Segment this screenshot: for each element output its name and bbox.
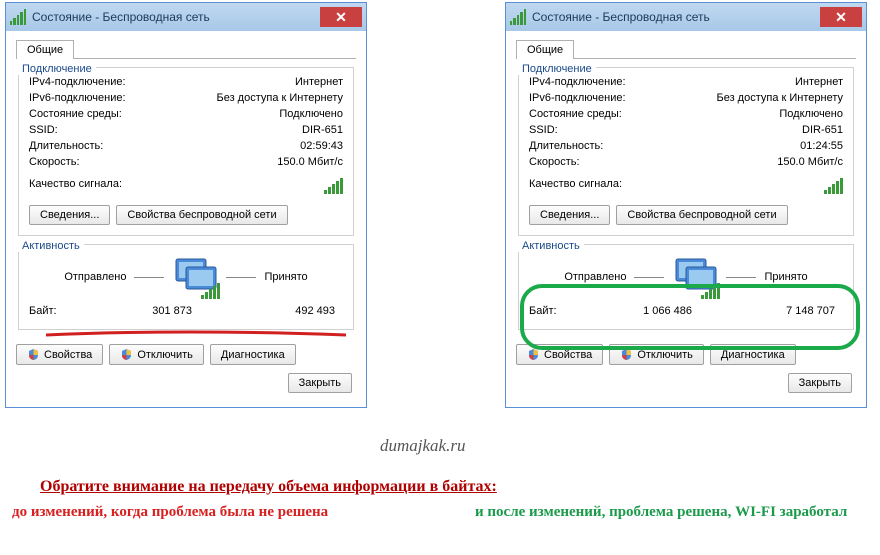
- ssid-value: DIR-651: [802, 124, 843, 136]
- status-window-after: Состояние - Беспроводная сеть ✕ Общие По…: [505, 2, 867, 408]
- signal-label: Качество сигнала:: [529, 178, 622, 197]
- shield-icon: [120, 348, 133, 361]
- window-title: Состояние - Беспроводная сеть: [32, 10, 320, 24]
- signal-bars-icon: [324, 178, 343, 194]
- activity-monitor-icon: [672, 257, 718, 297]
- media-value: Подключено: [279, 108, 343, 120]
- ipv4-value: Интернет: [295, 76, 343, 88]
- status-window-before: Состояние - Беспроводная сеть ✕ Общие По…: [5, 2, 367, 408]
- titlebar[interactable]: Состояние - Беспроводная сеть ✕: [506, 3, 866, 31]
- sent-label: Отправлено: [564, 271, 626, 283]
- ipv6-value: Без доступа к Интернету: [216, 92, 343, 104]
- tab-general[interactable]: Общие: [516, 40, 574, 59]
- diagnose-button[interactable]: Диагностика: [210, 344, 296, 365]
- disable-button[interactable]: Отключить: [109, 344, 204, 365]
- tabstrip: Общие: [16, 39, 356, 59]
- duration-value: 01:24:55: [800, 140, 843, 152]
- divider: [726, 277, 756, 278]
- group-connection-title: Подключение: [518, 63, 596, 75]
- ipv4-label: IPv4-подключение:: [529, 76, 626, 88]
- activity-signal-icon: [701, 283, 720, 299]
- titlebar[interactable]: Состояние - Беспроводная сеть ✕: [6, 3, 366, 31]
- bytes-sent-value: 301 873: [89, 305, 192, 317]
- tab-general[interactable]: Общие: [16, 40, 74, 59]
- shield-icon: [27, 348, 40, 361]
- ipv6-label: IPv6-подключение:: [29, 92, 126, 104]
- details-button[interactable]: Сведения...: [29, 205, 110, 225]
- speed-value: 150.0 Мбит/с: [277, 156, 343, 168]
- close-icon[interactable]: ✕: [320, 7, 362, 27]
- activity-group: Отправлено Принято Байт: 301 873 492 493: [18, 244, 354, 330]
- group-activity-title: Активность: [18, 240, 84, 252]
- annotation-red-underline: [16, 329, 356, 339]
- activity-signal-icon: [201, 283, 220, 299]
- close-button[interactable]: Закрыть: [288, 373, 352, 393]
- ssid-label: SSID:: [29, 124, 58, 136]
- properties-button[interactable]: Свойства: [516, 344, 603, 365]
- speed-value: 150.0 Мбит/с: [777, 156, 843, 168]
- bytes-sent-value: 1 066 486: [589, 305, 692, 317]
- received-label: Принято: [264, 271, 307, 283]
- media-label: Состояние среды:: [529, 108, 622, 120]
- tabstrip: Общие: [516, 39, 856, 59]
- wireless-properties-button[interactable]: Свойства беспроводной сети: [116, 205, 287, 225]
- group-activity-title: Активность: [518, 240, 584, 252]
- media-value: Подключено: [779, 108, 843, 120]
- divider: [634, 277, 664, 278]
- bytes-received-value: 492 493: [232, 305, 343, 317]
- ssid-label: SSID:: [529, 124, 558, 136]
- divider: [134, 277, 164, 278]
- disable-button[interactable]: Отключить: [609, 344, 704, 365]
- signal-label: Качество сигнала:: [29, 178, 122, 197]
- ipv6-label: IPv6-подключение:: [529, 92, 626, 104]
- sent-label: Отправлено: [64, 271, 126, 283]
- caption-before: до изменений, когда проблема была не реш…: [12, 502, 328, 522]
- ipv4-value: Интернет: [795, 76, 843, 88]
- duration-label: Длительность:: [529, 140, 603, 152]
- activity-monitor-icon: [172, 257, 218, 297]
- group-connection-title: Подключение: [18, 63, 96, 75]
- wifi-icon: [10, 9, 26, 25]
- ipv6-value: Без доступа к Интернету: [716, 92, 843, 104]
- watermark: dumajkak.ru: [380, 436, 465, 456]
- speed-label: Скорость:: [29, 156, 80, 168]
- activity-group: Отправлено Принято Байт: 1 066 486 7 148…: [518, 244, 854, 330]
- shield-icon: [527, 348, 540, 361]
- caption-after: и после изменений, проблема решена, WI-F…: [475, 502, 847, 522]
- close-icon[interactable]: ✕: [820, 7, 862, 27]
- media-label: Состояние среды:: [29, 108, 122, 120]
- shield-icon: [620, 348, 633, 361]
- details-button[interactable]: Сведения...: [529, 205, 610, 225]
- ssid-value: DIR-651: [302, 124, 343, 136]
- window-title: Состояние - Беспроводная сеть: [532, 10, 820, 24]
- duration-label: Длительность:: [29, 140, 103, 152]
- bytes-label: Байт:: [529, 305, 589, 317]
- caption-main: Обратите внимание на передачу объема инф…: [40, 478, 497, 496]
- wifi-icon: [510, 9, 526, 25]
- connection-group: IPv4-подключение: Интернет IPv6-подключен…: [18, 67, 354, 236]
- close-button[interactable]: Закрыть: [788, 373, 852, 393]
- divider: [226, 277, 256, 278]
- diagnose-button[interactable]: Диагностика: [710, 344, 796, 365]
- wireless-properties-button[interactable]: Свойства беспроводной сети: [616, 205, 787, 225]
- bytes-label: Байт:: [29, 305, 89, 317]
- speed-label: Скорость:: [529, 156, 580, 168]
- ipv4-label: IPv4-подключение:: [29, 76, 126, 88]
- received-label: Принято: [764, 271, 807, 283]
- connection-group: IPv4-подключение: Интернет IPv6-подключен…: [518, 67, 854, 236]
- properties-button[interactable]: Свойства: [16, 344, 103, 365]
- signal-bars-icon: [824, 178, 843, 194]
- duration-value: 02:59:43: [300, 140, 343, 152]
- bytes-received-value: 7 148 707: [732, 305, 843, 317]
